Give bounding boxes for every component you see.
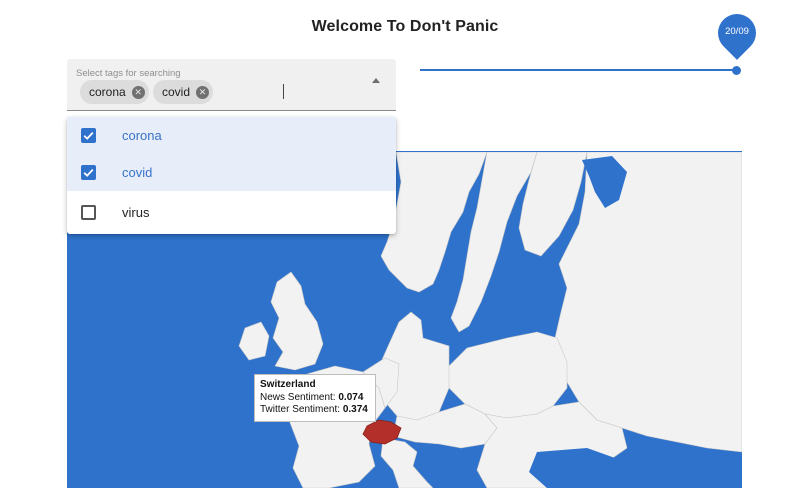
chip-label: corona: [89, 85, 126, 99]
option-corona[interactable]: corona: [67, 117, 396, 154]
checkbox-checked-icon[interactable]: [81, 165, 96, 180]
tooltip-twitter-label: Twitter Sentiment:: [260, 404, 341, 415]
tooltip-twitter-value: 0.374: [342, 404, 368, 415]
chip-corona[interactable]: corona ✕: [80, 80, 149, 104]
page-title: Welcome To Don't Panic: [311, 18, 499, 35]
close-circle-icon[interactable]: ✕: [131, 85, 145, 99]
tag-select-label: Select tags for searching: [76, 68, 181, 79]
text-cursor: [283, 84, 284, 99]
chip-label: covid: [162, 85, 191, 99]
option-virus[interactable]: virus: [67, 191, 396, 234]
tag-select-field[interactable]: Select tags for searching corona ✕ covid…: [67, 59, 396, 111]
slider-value-label: 20/09: [725, 26, 749, 37]
slider-track[interactable]: [420, 69, 737, 71]
option-covid[interactable]: covid: [67, 154, 396, 191]
tooltip-country: Switzerland: [260, 379, 316, 390]
option-label: corona: [122, 128, 162, 143]
option-label: virus: [122, 205, 150, 220]
tooltip-twitter-line: Twitter Sentiment: 0.374: [260, 404, 370, 417]
tooltip-news-label: News Sentiment:: [260, 391, 336, 403]
chip-covid[interactable]: covid ✕: [153, 80, 214, 104]
checkbox-unchecked-icon[interactable]: [81, 205, 96, 220]
arrow-up-icon[interactable]: [372, 78, 380, 83]
tooltip-news-line: News Sentiment: 0.074: [260, 392, 370, 405]
option-label: covid: [122, 165, 153, 180]
slider-thumb[interactable]: [732, 66, 741, 75]
close-circle-icon[interactable]: ✕: [196, 85, 210, 99]
country-tooltip: Switzerland News Sentiment: 0.074 Twitte…: [254, 374, 376, 422]
tooltip-news-value: 0.074: [338, 391, 364, 403]
tag-dropdown-menu: corona covid virus: [67, 117, 396, 234]
checkbox-checked-icon[interactable]: [81, 128, 96, 143]
